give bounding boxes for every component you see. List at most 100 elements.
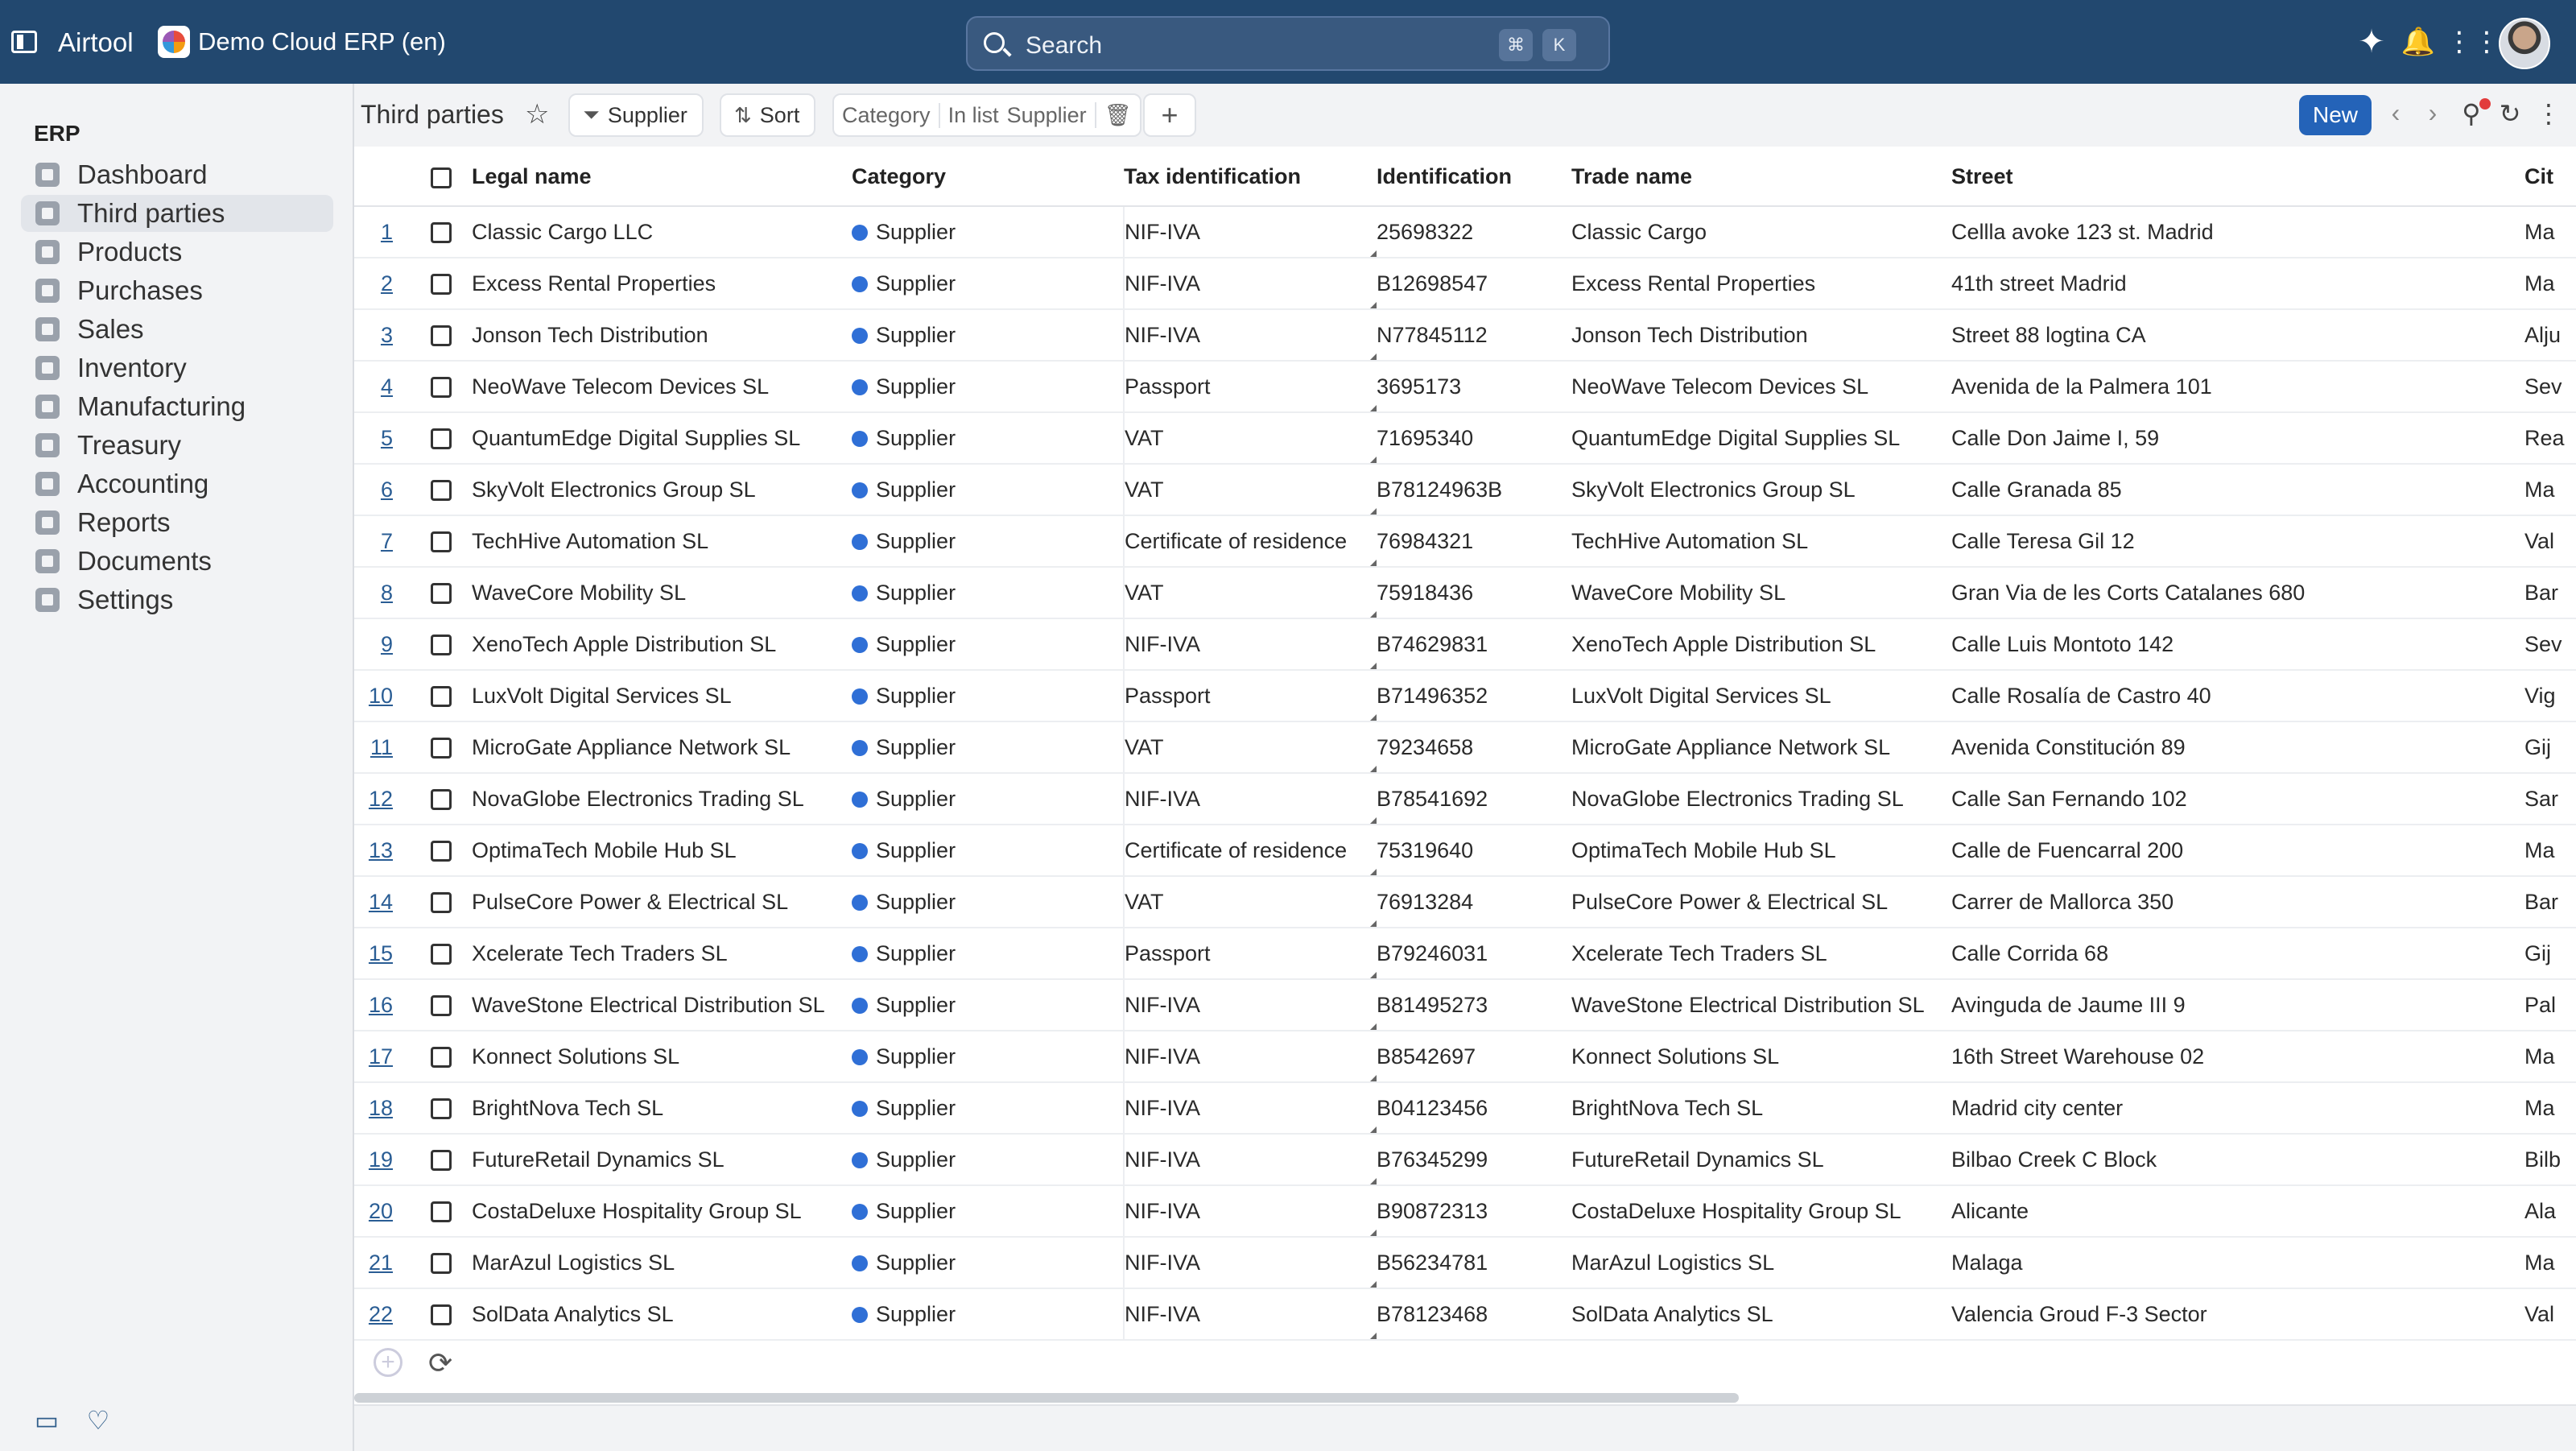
row-checkbox-box[interactable] xyxy=(431,892,452,914)
table-row[interactable]: 5 QuantumEdge Digital Supplies SL Supplier… xyxy=(354,412,2576,465)
row-number[interactable]: 3 xyxy=(354,309,411,362)
workspace-name[interactable]: Demo Cloud ERP (en) xyxy=(198,27,446,56)
row-checkbox-box[interactable] xyxy=(431,1253,452,1275)
table-row[interactable]: 1 Classic Cargo LLC Supplier NIF-IVA 2569832… xyxy=(354,206,2576,258)
row-checkbox[interactable] xyxy=(411,773,472,825)
table-row[interactable]: 10 LuxVolt Digital Services SL Supplier Pas… xyxy=(354,670,2576,722)
row-checkbox-box[interactable] xyxy=(431,480,452,502)
sidebar-item-accounting[interactable]: Accounting xyxy=(21,465,333,502)
sidebar-item-purchases[interactable]: Purchases xyxy=(21,272,333,309)
trash-icon[interactable]: 🗑 xyxy=(1094,102,1140,128)
row-checkbox[interactable] xyxy=(411,1288,472,1341)
bell-icon[interactable]: 🔔 xyxy=(2401,24,2436,60)
row-checkbox[interactable] xyxy=(411,567,472,619)
table-row[interactable]: 9 XenoTech Apple Distribution SL Supplier N… xyxy=(354,618,2576,671)
row-number[interactable]: 12 xyxy=(354,773,411,825)
apps-grid-icon[interactable]: ⋮⋮⋮ xyxy=(2446,24,2528,60)
table-row[interactable]: 19 FutureRetail Dynamics SL Supplier NIF-IV… xyxy=(354,1134,2576,1186)
row-checkbox[interactable] xyxy=(411,412,472,465)
row-number[interactable]: 15 xyxy=(354,928,411,980)
table-row[interactable]: 4 NeoWave Telecom Devices SL Supplier Passp… xyxy=(354,361,2576,413)
row-number[interactable]: 14 xyxy=(354,876,411,928)
row-number[interactable]: 18 xyxy=(354,1082,411,1135)
column-header-legal-name[interactable]: Legal name xyxy=(472,148,852,207)
row-checkbox[interactable] xyxy=(411,1185,472,1238)
table-row[interactable]: 14 PulseCore Power & Electrical SL Supplie… xyxy=(354,876,2576,928)
sidebar-item-inventory[interactable]: Inventory xyxy=(21,349,333,387)
sidebar-item-documents[interactable]: Documents xyxy=(21,543,333,580)
row-number[interactable]: 4 xyxy=(354,361,411,413)
table-row[interactable]: 18 BrightNova Tech SL Supplier NIF-IVA B0412… xyxy=(354,1082,2576,1135)
row-number[interactable]: 21 xyxy=(354,1237,411,1289)
table-row[interactable]: 6 SkyVolt Electronics Group SL Supplier VAT… xyxy=(354,464,2576,516)
chevron-left-icon[interactable]: ‹ xyxy=(2380,98,2412,128)
row-checkbox-box[interactable] xyxy=(431,1304,452,1326)
column-header-street[interactable]: Street xyxy=(1951,148,2524,207)
table-row[interactable]: 13 OptimaTech Mobile Hub SL Supplier Certif… xyxy=(354,825,2576,877)
row-checkbox-box[interactable] xyxy=(431,531,452,553)
row-checkbox[interactable] xyxy=(411,1082,472,1135)
sidebar-item-sales[interactable]: Sales xyxy=(21,311,333,348)
active-filter-chip[interactable]: Category In list Supplier 🗑 xyxy=(832,93,1141,137)
app-name[interactable]: Airtool xyxy=(58,27,134,58)
column-header-tax-identification[interactable]: Tax identification xyxy=(1124,148,1377,207)
folder-icon[interactable]: ▭ xyxy=(31,1404,63,1437)
row-checkbox-box[interactable] xyxy=(431,1047,452,1069)
row-checkbox-box[interactable] xyxy=(431,583,452,605)
row-checkbox[interactable] xyxy=(411,1134,472,1186)
table-row[interactable]: 11 MicroGate Appliance Network SL Supplier… xyxy=(354,721,2576,774)
row-checkbox[interactable] xyxy=(411,206,472,258)
row-checkbox-box[interactable] xyxy=(431,222,452,244)
table-row[interactable]: 22 SolData Analytics SL Supplier NIF-IVA B78… xyxy=(354,1288,2576,1341)
filter-supplier-chip[interactable]: ⏷ Supplier xyxy=(568,93,704,137)
table-row[interactable]: 3 Jonson Tech Distribution Supplier NIF-IVA… xyxy=(354,309,2576,362)
row-number[interactable]: 7 xyxy=(354,515,411,568)
add-filter-button[interactable]: + xyxy=(1143,93,1196,137)
row-checkbox[interactable] xyxy=(411,928,472,980)
add-row-icon[interactable]: + xyxy=(374,1348,402,1377)
table-row[interactable]: 8 WaveCore Mobility SL Supplier VAT 75918436… xyxy=(354,567,2576,619)
ai-sparkle-icon[interactable]: ✦ xyxy=(2354,24,2389,60)
row-checkbox-box[interactable] xyxy=(431,635,452,656)
row-number[interactable]: 11 xyxy=(354,721,411,774)
row-number[interactable]: 1 xyxy=(354,206,411,258)
row-checkbox[interactable] xyxy=(411,670,472,722)
row-checkbox[interactable] xyxy=(411,361,472,413)
row-number[interactable]: 19 xyxy=(354,1134,411,1186)
row-checkbox-box[interactable] xyxy=(431,841,452,862)
sidebar-item-settings[interactable]: Settings xyxy=(21,581,333,618)
row-number[interactable]: 13 xyxy=(354,825,411,877)
table-row[interactable]: 20 CostaDeluxe Hospitality Group SL Suppli… xyxy=(354,1185,2576,1238)
more-vertical-icon[interactable]: ⋮ xyxy=(2533,98,2565,129)
row-number[interactable]: 22 xyxy=(354,1288,411,1341)
row-checkbox[interactable] xyxy=(411,721,472,774)
row-checkbox[interactable] xyxy=(411,1031,472,1083)
row-checkbox[interactable] xyxy=(411,1237,472,1289)
column-header-city[interactable]: Cit xyxy=(2524,148,2576,207)
avatar[interactable] xyxy=(2499,18,2550,69)
row-checkbox[interactable] xyxy=(411,309,472,362)
row-checkbox-box[interactable] xyxy=(431,1150,452,1172)
select-all-checkbox[interactable] xyxy=(411,148,472,207)
star-icon[interactable]: ☆ xyxy=(525,98,549,130)
row-number[interactable]: 10 xyxy=(354,670,411,722)
column-header-identification[interactable]: Identification xyxy=(1377,148,1571,207)
search-input[interactable]: Search ⌘ K xyxy=(966,16,1610,71)
row-number[interactable]: 5 xyxy=(354,412,411,465)
table-row[interactable]: 2 Excess Rental Properties Supplier NIF-IVA… xyxy=(354,258,2576,310)
row-checkbox[interactable] xyxy=(411,876,472,928)
row-checkbox-box[interactable] xyxy=(431,789,452,811)
sidebar-item-treasury[interactable]: Treasury xyxy=(21,427,333,464)
chevron-right-icon[interactable]: › xyxy=(2417,98,2449,128)
row-number[interactable]: 6 xyxy=(354,464,411,516)
row-number[interactable]: 17 xyxy=(354,1031,411,1083)
row-number[interactable]: 20 xyxy=(354,1185,411,1238)
sidebar-item-third-parties[interactable]: Third parties xyxy=(21,195,333,232)
sidebar-toggle-icon[interactable] xyxy=(11,31,37,53)
row-checkbox[interactable] xyxy=(411,515,472,568)
sidebar-item-manufacturing[interactable]: Manufacturing xyxy=(21,388,333,425)
horizontal-scrollbar[interactable] xyxy=(354,1393,1739,1403)
row-number[interactable]: 16 xyxy=(354,979,411,1031)
table-row[interactable]: 17 Konnect Solutions SL Supplier NIF-IVA B85… xyxy=(354,1031,2576,1083)
row-checkbox[interactable] xyxy=(411,979,472,1031)
